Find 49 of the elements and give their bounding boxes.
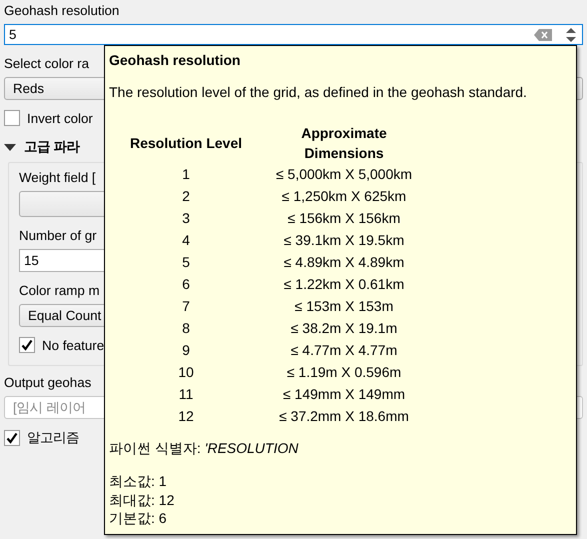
checkbox-label: No feature [42, 338, 104, 352]
field-label: Number of gr [19, 227, 97, 244]
tooltip-title: Geohash resolution [109, 51, 242, 69]
section-title[interactable]: 고급 파라 [24, 138, 80, 156]
table-cell-text: ≤ 153m X 153m [294, 297, 394, 316]
table-cell-text: 5 [181, 253, 191, 272]
checkbox-label: 알고리즘 [27, 429, 79, 447]
field-label: Geohash resolution [4, 2, 120, 19]
table-cell-text: 4 [181, 231, 191, 250]
table-cell-text: 3 [181, 209, 191, 228]
table-cell-text: 8 [181, 319, 191, 338]
table-cell-text: 11 [178, 385, 194, 404]
field-label: Output geohas [4, 374, 92, 391]
table-cell-text: 6 [181, 275, 191, 294]
table-cell-text: ≤ 4.77m X 4.77m [290, 341, 398, 360]
table-cell-text: ≤ 156km X 156km [286, 209, 402, 228]
table-cell-text: 9 [181, 341, 191, 360]
resolution-spinbox[interactable]: 5 [4, 24, 583, 45]
table-cell-text: 7 [181, 297, 191, 316]
python-identifier: 파이썬 식별자: 'RESOLUTION [109, 439, 300, 457]
column-header: Resolution Level [128, 134, 244, 153]
table-cell-text: ≤ 4.89km X 4.89km [282, 253, 406, 272]
checkbox[interactable] [4, 110, 20, 126]
tooltip-description: The resolution level of the grid, as defined in the geohash standard. [109, 83, 528, 101]
checkbox[interactable] [19, 337, 35, 353]
table-cell-text: ≤ 1.22km X 0.61km [282, 275, 406, 294]
table-cell-text: 1 [181, 165, 191, 184]
table-cell-text: ≤ 149mm X 149mm [282, 385, 406, 404]
table-cell-text: 10 [177, 363, 195, 382]
clear-icon[interactable] [534, 28, 552, 40]
limit-text: 최대값: 12 [109, 490, 176, 509]
table-cell-text: 2 [181, 187, 191, 206]
field-label: Select color ra [4, 55, 89, 72]
table-cell-text: ≤ 37.2mm X 18.6mm [278, 407, 410, 426]
column-header: Approximate Dimensions [300, 124, 388, 163]
table-cell-text: ≤ 1.19m X 0.596m [286, 363, 402, 382]
checkbox-label: Invert color [27, 110, 93, 126]
field-label: Weight field [ [19, 169, 96, 186]
limit-text: 최소값: 1 [109, 472, 168, 490]
table-cell-text: ≤ 1,250km X 625km [280, 187, 408, 206]
field-label: Color ramp m [19, 282, 100, 299]
table-cell-text: ≤ 39.1km X 19.5km [282, 231, 406, 250]
table-cell-text: ≤ 5,000km X 5,000km [274, 165, 414, 184]
expand-arrow-icon[interactable] [4, 141, 16, 153]
limit-text: 기본값: 6 [109, 509, 168, 528]
spin-arrows-icon[interactable] [564, 26, 578, 44]
table-cell-text: ≤ 38.2m X 19.1m [290, 319, 398, 338]
checkbox[interactable] [4, 430, 20, 446]
table-cell-text: 12 [177, 407, 195, 426]
